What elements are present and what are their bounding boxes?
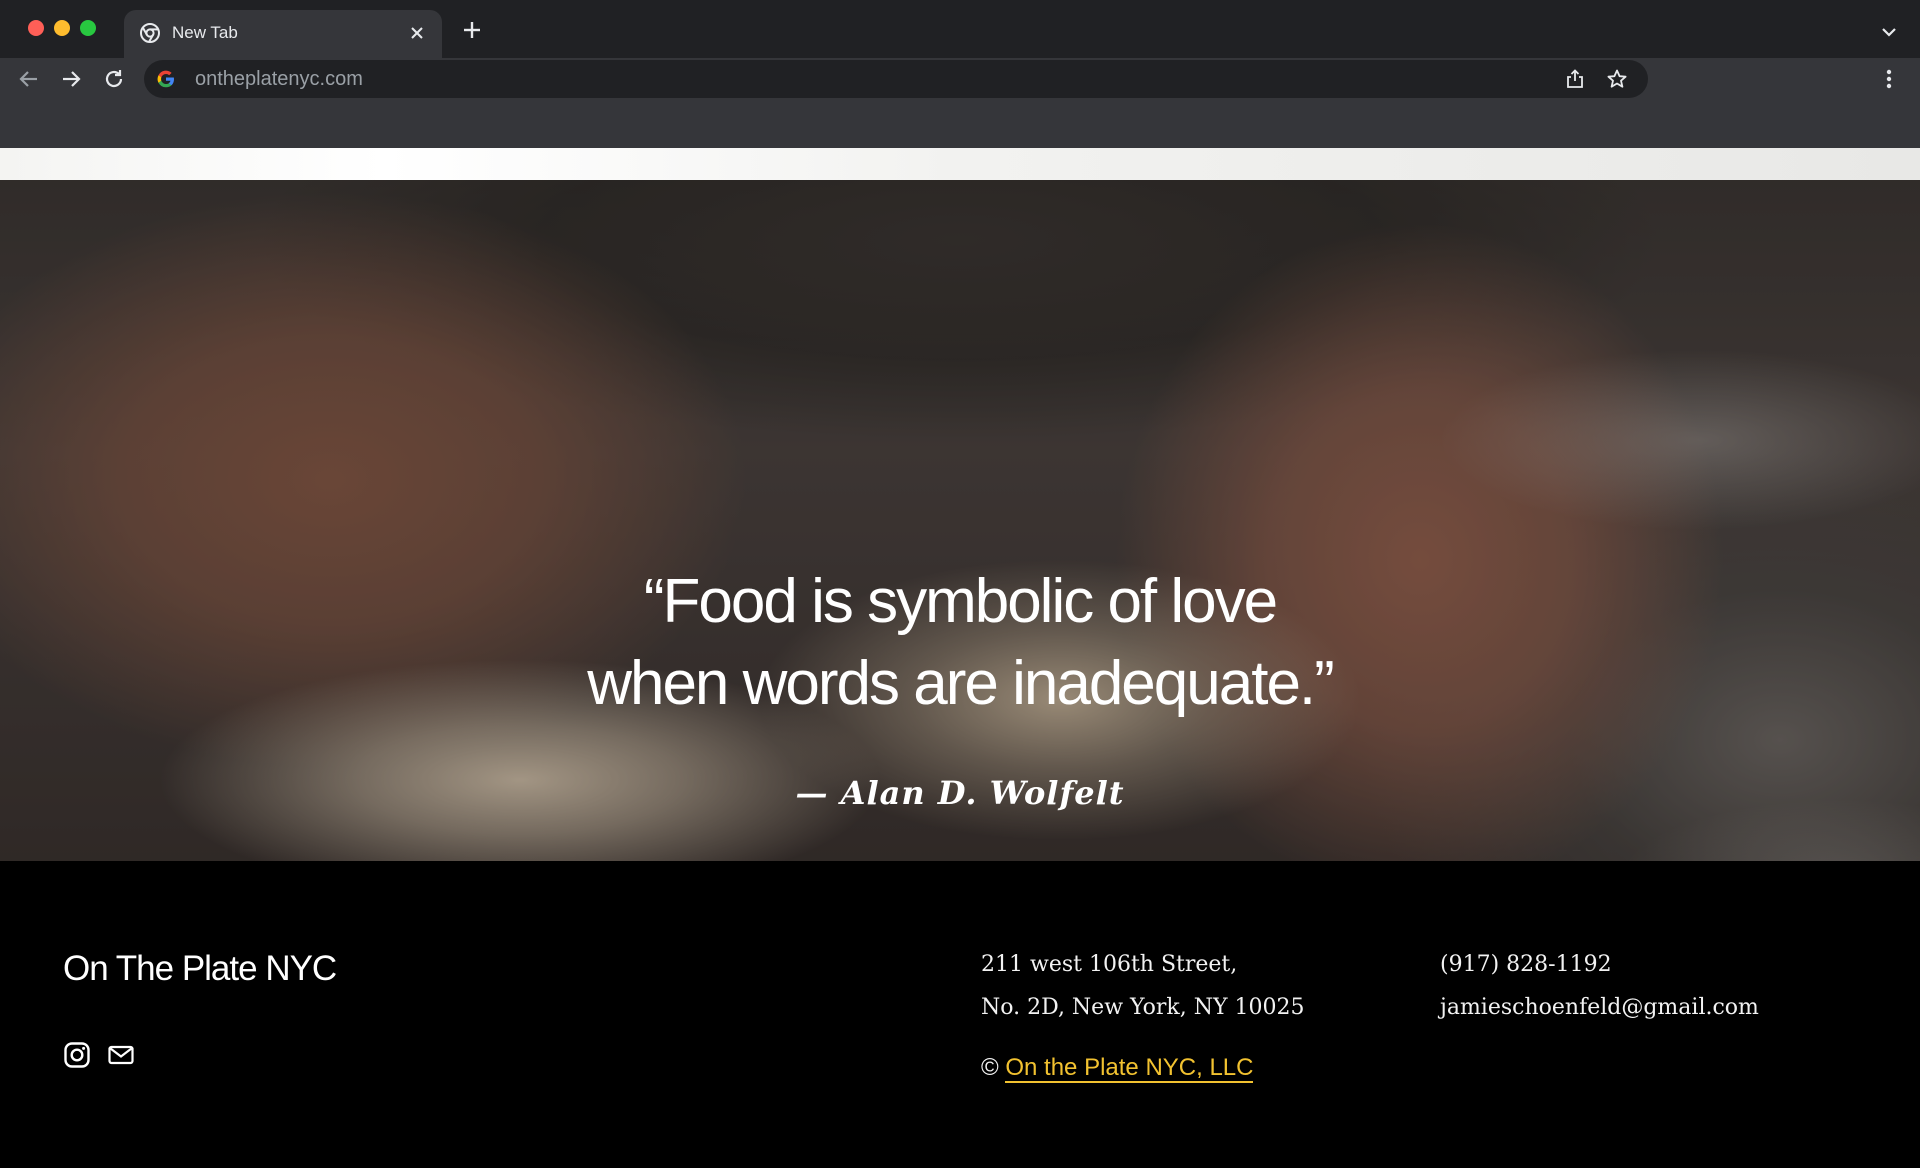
forward-arrow-icon [63, 71, 81, 87]
url-text: ontheplatenyc.com [195, 68, 363, 90]
chrome-favicon-icon [140, 23, 160, 43]
browser-chrome: New Tab ontheplatenyc.com [0, 0, 1920, 148]
window-minimize-button[interactable] [54, 20, 70, 36]
footer-address: 211 west 106th Street, No. 2D, New York,… [981, 943, 1304, 1029]
site-footer: On The Plate NYC 211 west 106th Street, … [0, 861, 1920, 1168]
kebab-menu-icon [1886, 69, 1892, 89]
copyright-symbol: © [981, 1054, 999, 1081]
mail-icon [108, 1045, 134, 1065]
copyright-link[interactable]: On the Plate NYC, LLC [1005, 1054, 1254, 1083]
window-close-button[interactable] [28, 20, 44, 36]
back-button[interactable] [16, 66, 42, 92]
close-icon [411, 27, 423, 39]
share-button[interactable] [1564, 68, 1586, 90]
quote-attribution: — Alan D. Wolfelt [795, 774, 1125, 812]
footer-contact: (917) 828-1192 jamieschoenfeld@gmail.com [1440, 943, 1759, 1029]
forward-button[interactable] [58, 66, 84, 92]
bookmark-button[interactable] [1606, 68, 1628, 90]
back-arrow-icon [19, 71, 37, 87]
tab-strip: New Tab [0, 0, 1920, 58]
window-zoom-button[interactable] [80, 20, 96, 36]
google-g-icon [157, 70, 174, 88]
footer-copyright: © On the Plate NYC, LLC [981, 1053, 1254, 1083]
quote-line-2: when words are inadequate.” [587, 649, 1335, 718]
new-tab-button[interactable] [458, 16, 486, 44]
page-top-strip [0, 148, 1920, 180]
address-bar[interactable]: ontheplatenyc.com [144, 60, 1648, 98]
plus-icon [464, 22, 480, 38]
tab-close-button[interactable] [406, 22, 428, 44]
share-icon [1567, 69, 1583, 88]
footer-phone[interactable]: (917) 828-1192 [1440, 943, 1759, 986]
quote-hero: “Food is symbolic of love when words are… [0, 180, 1920, 861]
email-link[interactable] [107, 1041, 135, 1069]
browser-menu-button[interactable] [1878, 66, 1900, 92]
tab-new-tab[interactable]: New Tab [124, 10, 442, 58]
hero-overlay [0, 180, 1920, 861]
chevron-down-icon [1882, 28, 1896, 37]
footer-brand: On The Plate NYC [63, 949, 337, 988]
tab-search-button[interactable] [1878, 22, 1900, 42]
address-line-2: No. 2D, New York, NY 10025 [981, 995, 1305, 1020]
instagram-link[interactable] [63, 1041, 91, 1069]
quote-line-1: “Food is symbolic of love [643, 567, 1278, 636]
reload-button[interactable] [101, 66, 127, 92]
star-icon [1607, 69, 1627, 88]
hero-quote: “Food is symbolic of love when words are… [460, 561, 1460, 725]
address-line-1: 211 west 106th Street, [981, 952, 1238, 977]
footer-email[interactable]: jamieschoenfeld@gmail.com [1440, 986, 1759, 1029]
tab-title: New Tab [172, 23, 238, 42]
reload-icon [105, 70, 123, 88]
instagram-icon [64, 1042, 90, 1068]
